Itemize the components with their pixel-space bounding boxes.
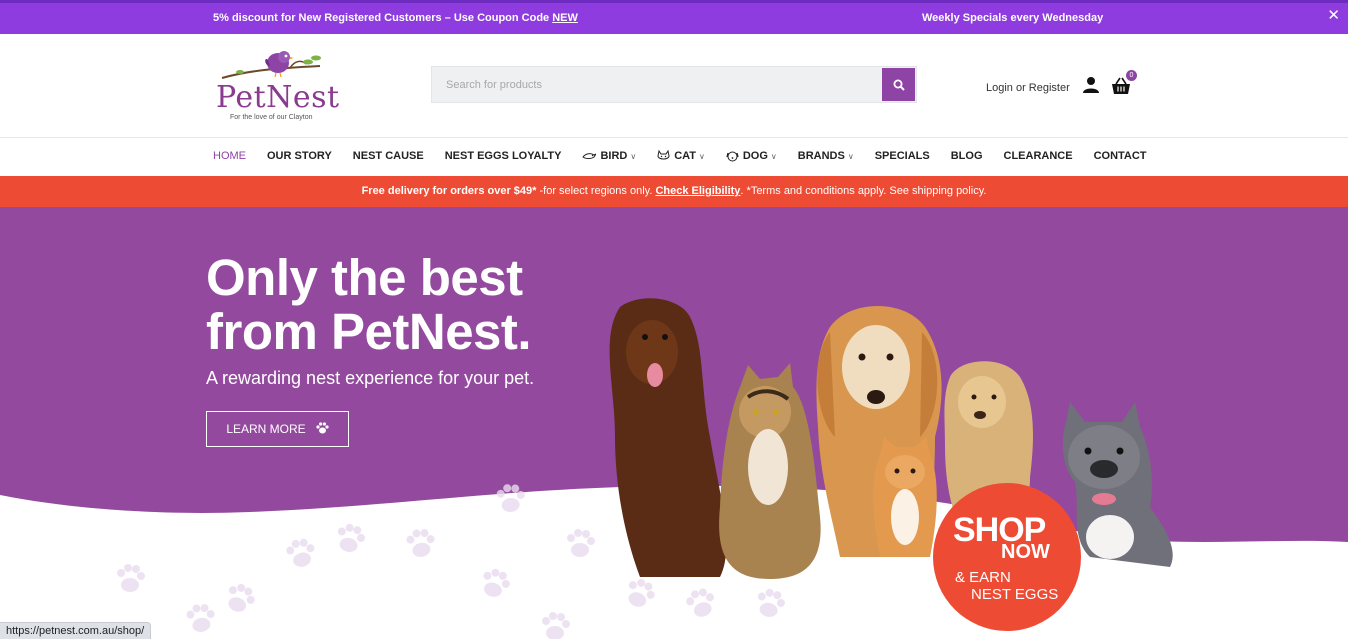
bird-icon (582, 153, 597, 159)
hero-banner: Only the best from PetNest. A rewarding … (0, 207, 1348, 639)
nav-item-clearance[interactable]: CLEARANCE (1004, 150, 1073, 162)
nav-label: NEST EGGS LOYALTY (444, 150, 562, 162)
search-bar (431, 66, 917, 103)
nav-item-blog[interactable]: BLOG (951, 150, 983, 162)
status-bar-url: https://petnest.com.au/shop/ (0, 622, 152, 639)
nav-item-nest-cause[interactable]: NEST CAUSE (353, 150, 424, 162)
nav-item-dog[interactable]: DOG ∨ (726, 150, 777, 162)
hero-subheadline: A rewarding nest experience for your pet… (206, 368, 535, 388)
learn-more-label: LEARN MORE (226, 422, 306, 436)
weekly-specials-text: Weekly Specials every Wednesday (922, 12, 1104, 24)
badge-now-text: NOW (1001, 541, 1050, 563)
nav-label: DOG (742, 150, 768, 162)
hero-headline: Only the best from PetNest. (206, 249, 532, 360)
delivery-banner: Free delivery for orders over $49* -for … (0, 176, 1348, 207)
paw-icon (316, 421, 329, 437)
nav-label: OUR STORY (267, 150, 332, 162)
user-icon[interactable] (1082, 76, 1100, 94)
check-eligibility-link[interactable]: Check Eligibility (655, 185, 740, 197)
badge-earn-text: & EARN (955, 569, 1011, 586)
close-icon[interactable]: ✕ (1327, 6, 1340, 24)
cart-count-badge: 0 (1126, 70, 1137, 81)
site-header: PetNest For the love of our Clayton Logi… (0, 34, 1348, 138)
badge-nest-eggs-text: NEST EGGS (971, 586, 1059, 603)
delivery-terms: . *Terms and conditions apply. See shipp… (740, 185, 987, 197)
nav-item-contact[interactable]: CONTACT (1094, 150, 1147, 162)
shop-now-badge[interactable]: SHOP NOW & EARN NEST EGGS (933, 483, 1081, 631)
search-input[interactable] (432, 67, 882, 102)
nav-label: CLEARANCE (1003, 150, 1073, 162)
promo-text: 5% discount for New Registered Customers… (213, 12, 578, 24)
cat-icon (657, 150, 670, 160)
login-register-link[interactable]: Login or Register (986, 82, 1070, 94)
search-button[interactable] (882, 68, 915, 101)
nav-item-cat[interactable]: CAT ∨ (657, 150, 705, 162)
chevron-down-icon: ∨ (699, 151, 705, 161)
nav-item-home[interactable]: HOME (213, 150, 246, 162)
coupon-code-link[interactable]: NEW (552, 12, 578, 24)
learn-more-button[interactable]: LEARN MORE (206, 411, 349, 447)
site-logo[interactable]: PetNest For the love of our Clayton (216, 48, 339, 128)
nav-label: NEST CAUSE (352, 150, 424, 162)
nav-item-our-story[interactable]: OUR STORY (267, 150, 332, 162)
bird-branch-icon (221, 51, 321, 79)
nav-item-nest-eggs-loyalty[interactable]: NEST EGGS LOYALTY (445, 150, 562, 162)
hero-background (0, 207, 1348, 639)
nav-label: BIRD (600, 150, 628, 162)
nav-label: BRANDS (797, 150, 845, 162)
dog-icon (726, 151, 739, 162)
chevron-down-icon: ∨ (630, 151, 637, 161)
logo-tagline: For the love of our Clayton (230, 114, 313, 121)
promo-message: 5% discount for New Registered Customers… (213, 12, 553, 24)
chevron-down-icon: ∨ (770, 151, 777, 161)
search-icon (893, 79, 905, 91)
main-navigation: HOME OUR STORY NEST CAUSE NEST EGGS LOYA… (0, 138, 1348, 176)
promo-bar: 5% discount for New Registered Customers… (0, 0, 1348, 34)
nav-item-specials[interactable]: SPECIALS (875, 150, 930, 162)
logo-wordmark: PetNest (216, 80, 340, 115)
nav-item-bird[interactable]: BIRD ∨ (582, 150, 636, 162)
nav-item-brands[interactable]: BRANDS ∨ (798, 150, 854, 162)
delivery-regions: -for select regions only. (536, 185, 656, 197)
nav-label: HOME (213, 150, 246, 162)
nav-label: CONTACT (1093, 150, 1147, 162)
nav-label: BLOG (950, 150, 983, 162)
nav-label: SPECIALS (874, 150, 930, 162)
delivery-offer: Free delivery for orders over $49* (361, 185, 537, 197)
nav-label: CAT (674, 150, 696, 162)
chevron-down-icon: ∨ (847, 151, 854, 161)
